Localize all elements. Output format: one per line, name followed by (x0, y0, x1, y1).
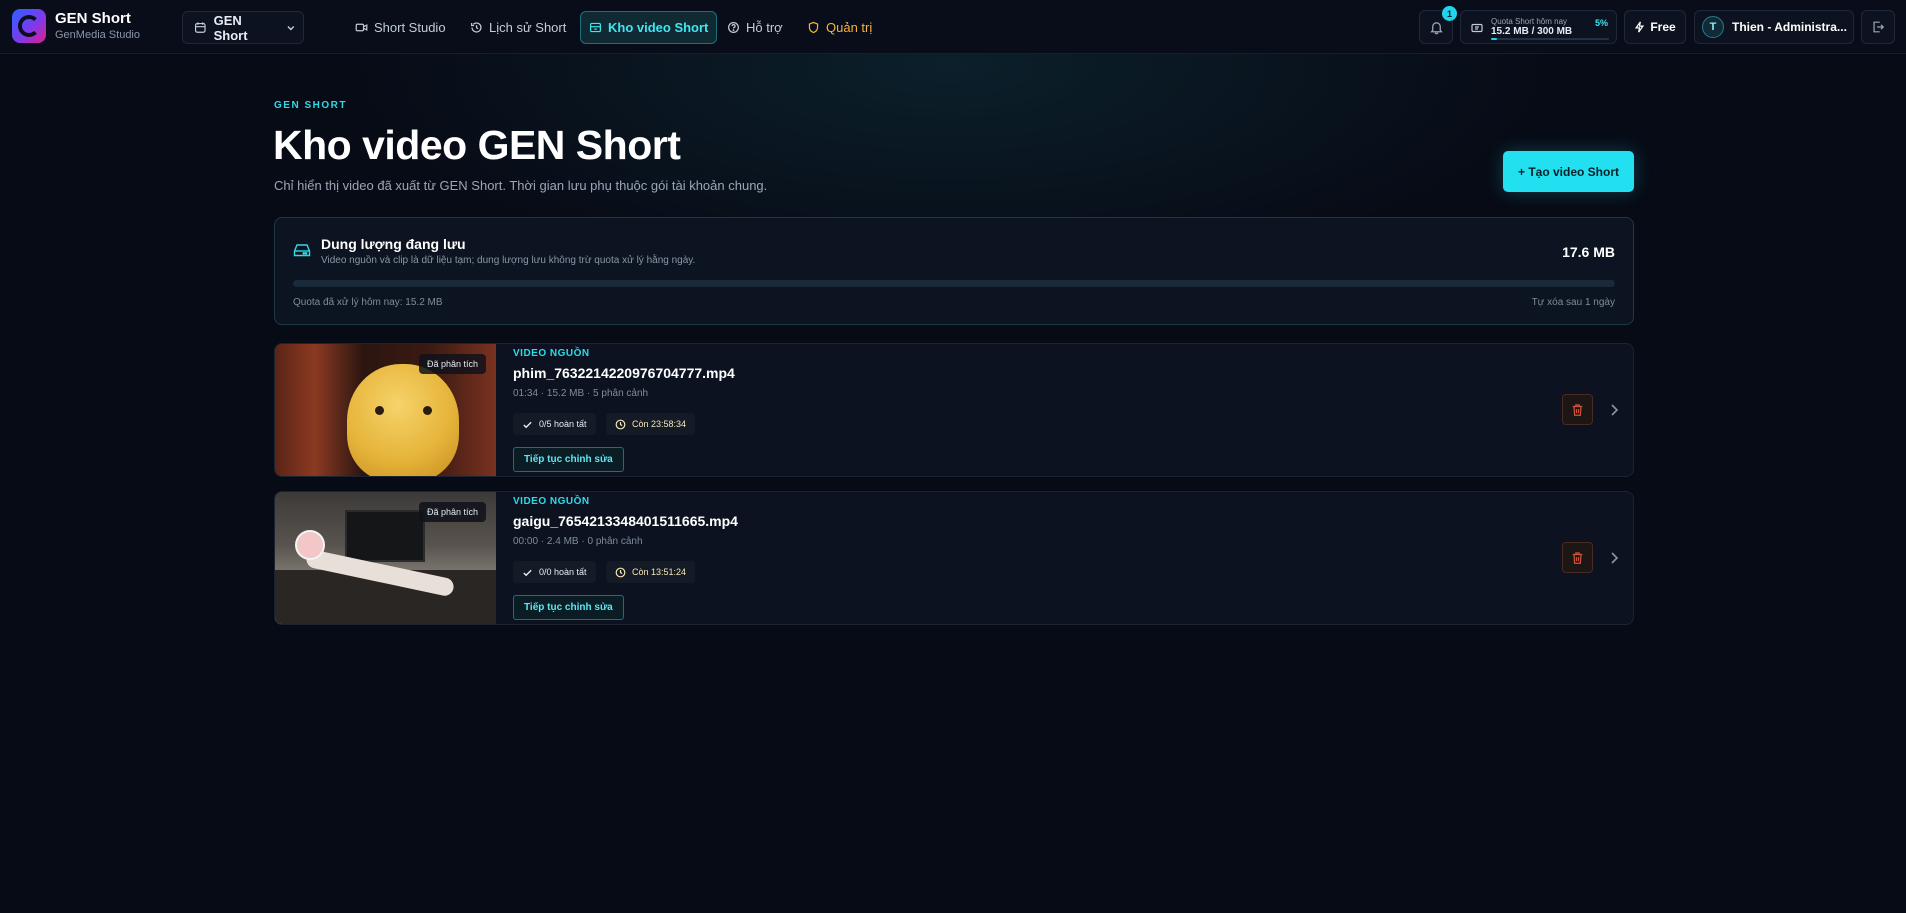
video-filename: phim_7632214220976704777.mp4 (513, 365, 735, 381)
calendar-icon (194, 22, 206, 33)
video-thumbnail[interactable]: Đã phân tích (275, 492, 496, 624)
trash-icon (1572, 403, 1583, 416)
quota-label: Quota Short hôm nay (1491, 17, 1568, 26)
shield-icon (808, 21, 819, 34)
check-icon (523, 569, 532, 576)
create-short-button[interactable]: + Tạo video Short (1503, 151, 1634, 192)
storage-subtitle: Video nguồn và clip là dữ liệu tạm; dung… (321, 255, 696, 266)
video-icon (355, 23, 368, 32)
delete-video-button[interactable] (1562, 394, 1593, 425)
brand[interactable]: GEN Short GenMedia Studio (12, 9, 140, 43)
page-title: Kho video GEN Short (273, 122, 681, 168)
nav-admin[interactable]: Quản trị (799, 11, 880, 44)
brand-logo-icon (12, 9, 46, 43)
bell-icon (1429, 21, 1443, 34)
thumbnail-sticker (295, 530, 325, 560)
progress-text: 0/5 hoàn tất (539, 419, 587, 429)
history-icon (471, 22, 482, 33)
lightning-icon (1635, 21, 1645, 33)
notifications-button[interactable]: 1 (1419, 6, 1457, 44)
nav-label: Hỗ trợ (746, 20, 783, 35)
plan-label: Free (1650, 20, 1676, 34)
nav-label: Quản trị (826, 20, 873, 35)
check-icon (523, 421, 532, 428)
chevron-down-icon (287, 25, 295, 30)
quota-percent: 5% (1594, 18, 1608, 28)
video-meta: 01:34 · 15.2 MB · 5 phân cảnh (513, 388, 649, 399)
continue-editing-button[interactable]: Tiếp tục chỉnh sửa (513, 595, 624, 620)
user-menu[interactable]: T Thien - Administra... (1694, 10, 1854, 44)
analyzed-badge: Đã phân tích (418, 354, 486, 374)
quota-widget[interactable]: Quota Short hôm nay 15.2 MB / 300 MB 5% (1460, 10, 1617, 44)
hard-drive-icon (293, 244, 311, 257)
video-card[interactable]: Đã phân tích VIDEO NGUỒN gaigu_765421334… (274, 491, 1634, 625)
workspace-label: GEN Short (213, 12, 248, 43)
user-name: Thien - Administra... (1732, 20, 1847, 34)
workspace-selector[interactable]: GEN Short (182, 11, 304, 44)
progress-chip: 0/5 hoàn tất (513, 413, 596, 435)
notification-count-badge: 1 (1442, 6, 1457, 21)
clock-icon (615, 419, 626, 429)
logout-icon (1873, 21, 1885, 33)
brand-subtitle: GenMedia Studio (55, 29, 140, 41)
video-thumbnail[interactable]: Đã phân tích (275, 344, 496, 476)
video-filename: gaigu_7654213348401511665.mp4 (513, 513, 738, 529)
chevron-right-icon[interactable] (1609, 550, 1619, 566)
nav-short-studio[interactable]: Short Studio (347, 11, 454, 44)
archive-icon (590, 22, 601, 33)
storage-auto-delete: Tự xóa sau 1 ngày (1531, 297, 1615, 308)
storage-title: Dung lượng đang lưu (321, 236, 466, 252)
progress-text: 0/0 hoàn tất (539, 567, 587, 577)
video-kind-label: VIDEO NGUỒN (513, 348, 590, 359)
storage-progress-track (293, 280, 1615, 287)
ticket-icon (1471, 23, 1483, 33)
nav-label: Kho video Short (608, 20, 709, 35)
quota-progress-fill (1491, 38, 1497, 40)
nav-support[interactable]: Hỗ trợ (719, 11, 791, 44)
video-kind-label: VIDEO NGUỒN (513, 496, 590, 507)
thumbnail-eye (375, 406, 384, 415)
page-description: Chỉ hiển thị video đã xuất từ GEN Short.… (274, 178, 768, 193)
progress-chip: 0/0 hoàn tất (513, 561, 596, 583)
storage-quota-note: Quota đã xử lý hôm nay: 15.2 MB (293, 297, 443, 308)
thumbnail-character (347, 364, 459, 476)
storage-size: 17.6 MB (1562, 244, 1615, 260)
time-remaining-chip: Còn 23:58:34 (606, 413, 696, 435)
chevron-right-icon[interactable] (1609, 402, 1619, 418)
nav-short-history[interactable]: Lịch sử Short (462, 11, 574, 44)
plan-badge[interactable]: Free (1624, 10, 1686, 44)
nav-label: Lịch sử Short (489, 20, 567, 35)
help-icon (728, 22, 739, 33)
thumbnail-eye (423, 406, 432, 415)
analyzed-badge: Đã phân tích (418, 502, 486, 522)
video-meta: 00:00 · 2.4 MB · 0 phân cảnh (513, 536, 643, 547)
time-remaining-chip: Còn 13:51:24 (606, 561, 696, 583)
nav-video-library[interactable]: Kho video Short (580, 11, 718, 44)
time-remaining-text: Còn 13:51:24 (632, 567, 687, 577)
thumbnail-tv (345, 510, 425, 562)
storage-card: Dung lượng đang lưu Video nguồn và clip … (274, 217, 1634, 325)
avatar: T (1702, 16, 1724, 38)
top-bar: GEN Short GenMedia Studio GEN Short Shor… (0, 0, 1906, 54)
video-card[interactable]: Đã phân tích VIDEO NGUỒN phim_7632214220… (274, 343, 1634, 477)
brand-name: GEN Short (55, 10, 131, 27)
clock-icon (615, 567, 626, 577)
quota-progress-track (1491, 38, 1609, 40)
logout-button[interactable] (1861, 10, 1895, 44)
quota-value: 15.2 MB / 300 MB (1491, 26, 1573, 37)
page-eyebrow: GEN SHORT (274, 100, 347, 111)
time-remaining-text: Còn 23:58:34 (632, 419, 687, 429)
delete-video-button[interactable] (1562, 542, 1593, 573)
continue-editing-button[interactable]: Tiếp tục chỉnh sửa (513, 447, 624, 472)
nav-label: Short Studio (374, 20, 446, 35)
trash-icon (1572, 551, 1583, 564)
